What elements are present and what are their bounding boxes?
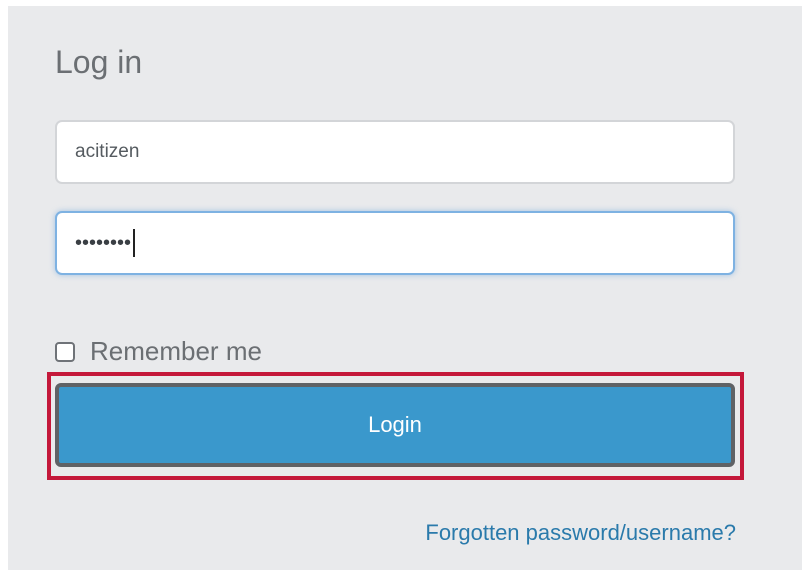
- text-cursor: [133, 229, 136, 257]
- remember-me-label[interactable]: Remember me: [90, 336, 262, 367]
- remember-me-checkbox[interactable]: [55, 341, 75, 362]
- remember-me-option[interactable]: Remember me: [55, 336, 262, 367]
- login-panel: Log in acitizen •••••••• Remember me Log…: [8, 6, 802, 570]
- username-field[interactable]: acitizen: [55, 120, 735, 184]
- forgot-password-link[interactable]: Forgotten password/username?: [425, 520, 736, 546]
- password-field[interactable]: ••••••••: [55, 211, 735, 275]
- password-mask: ••••••••: [75, 231, 132, 254]
- page-title: Log in: [55, 44, 143, 80]
- login-button[interactable]: Login: [55, 383, 735, 467]
- login-button-label: Login: [368, 412, 422, 437]
- username-value: acitizen: [75, 141, 140, 162]
